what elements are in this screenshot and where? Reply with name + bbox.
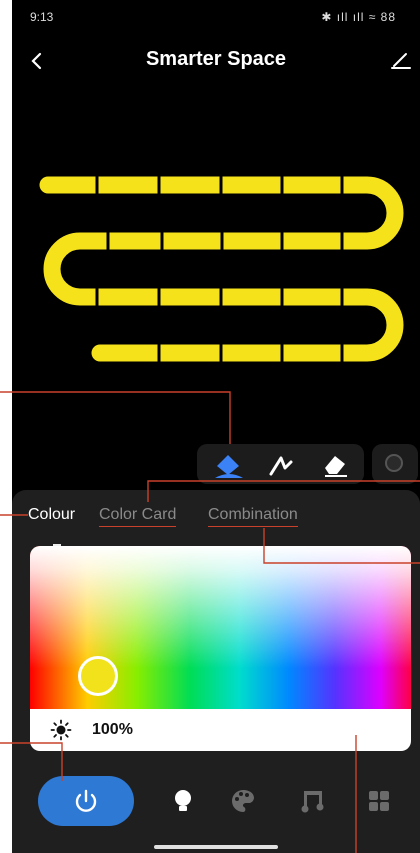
sun-icon bbox=[50, 719, 72, 741]
paint-bucket-tool[interactable] bbox=[211, 448, 247, 480]
power-button[interactable] bbox=[38, 776, 134, 826]
color-picker-knob[interactable] bbox=[78, 656, 118, 696]
eraser-icon bbox=[325, 456, 347, 477]
grid-icon bbox=[369, 791, 389, 811]
palette-icon bbox=[232, 790, 254, 812]
led-strip bbox=[39, 176, 404, 362]
tab-colour[interactable]: Colour bbox=[28, 506, 75, 524]
led-strip-canvas[interactable] bbox=[12, 150, 420, 390]
pencil-icon bbox=[391, 53, 411, 69]
tab-color-card[interactable]: Color Card bbox=[99, 506, 177, 527]
home-indicator bbox=[154, 845, 278, 849]
nav-bulb[interactable] bbox=[168, 786, 198, 816]
edit-button[interactable] bbox=[386, 46, 416, 76]
status-bar: 9:13 ✱ ıll ıll ≈ 88 bbox=[12, 0, 420, 34]
nav-palette[interactable] bbox=[228, 786, 258, 816]
brightness-value: 100% bbox=[92, 721, 133, 738]
bulb-icon bbox=[175, 790, 191, 811]
status-icons: ✱ ıll ıll ≈ 88 bbox=[321, 10, 396, 24]
power-icon bbox=[75, 789, 97, 812]
nav-scenes[interactable] bbox=[364, 786, 394, 816]
phone-screen: 9:13 ✱ ıll ıll ≈ 88 Smarter Space Colour… bbox=[12, 0, 420, 853]
circle-icon bbox=[385, 454, 403, 472]
tab-combination[interactable]: Combination bbox=[208, 506, 298, 527]
pen-tool[interactable] bbox=[263, 448, 299, 480]
brightness-bar[interactable]: 100% bbox=[30, 709, 411, 751]
eraser-tool[interactable] bbox=[317, 448, 353, 480]
nav-music[interactable] bbox=[298, 786, 328, 816]
led-segment-gaps bbox=[95, 174, 344, 364]
drawing-toolbar bbox=[197, 444, 364, 484]
color-panel: Colour Color Card Combination 100% bbox=[12, 490, 420, 853]
status-time: 9:13 bbox=[30, 10, 54, 24]
clear-all-button[interactable] bbox=[372, 444, 418, 484]
music-icon bbox=[301, 791, 324, 813]
page-title: Smarter Space bbox=[145, 48, 287, 70]
color-picker[interactable] bbox=[30, 546, 411, 709]
bottom-nav bbox=[12, 762, 420, 842]
pen-icon bbox=[269, 456, 293, 476]
color-tabs: Colour Color Card Combination bbox=[28, 506, 420, 546]
paint-bucket-icon bbox=[215, 455, 243, 478]
